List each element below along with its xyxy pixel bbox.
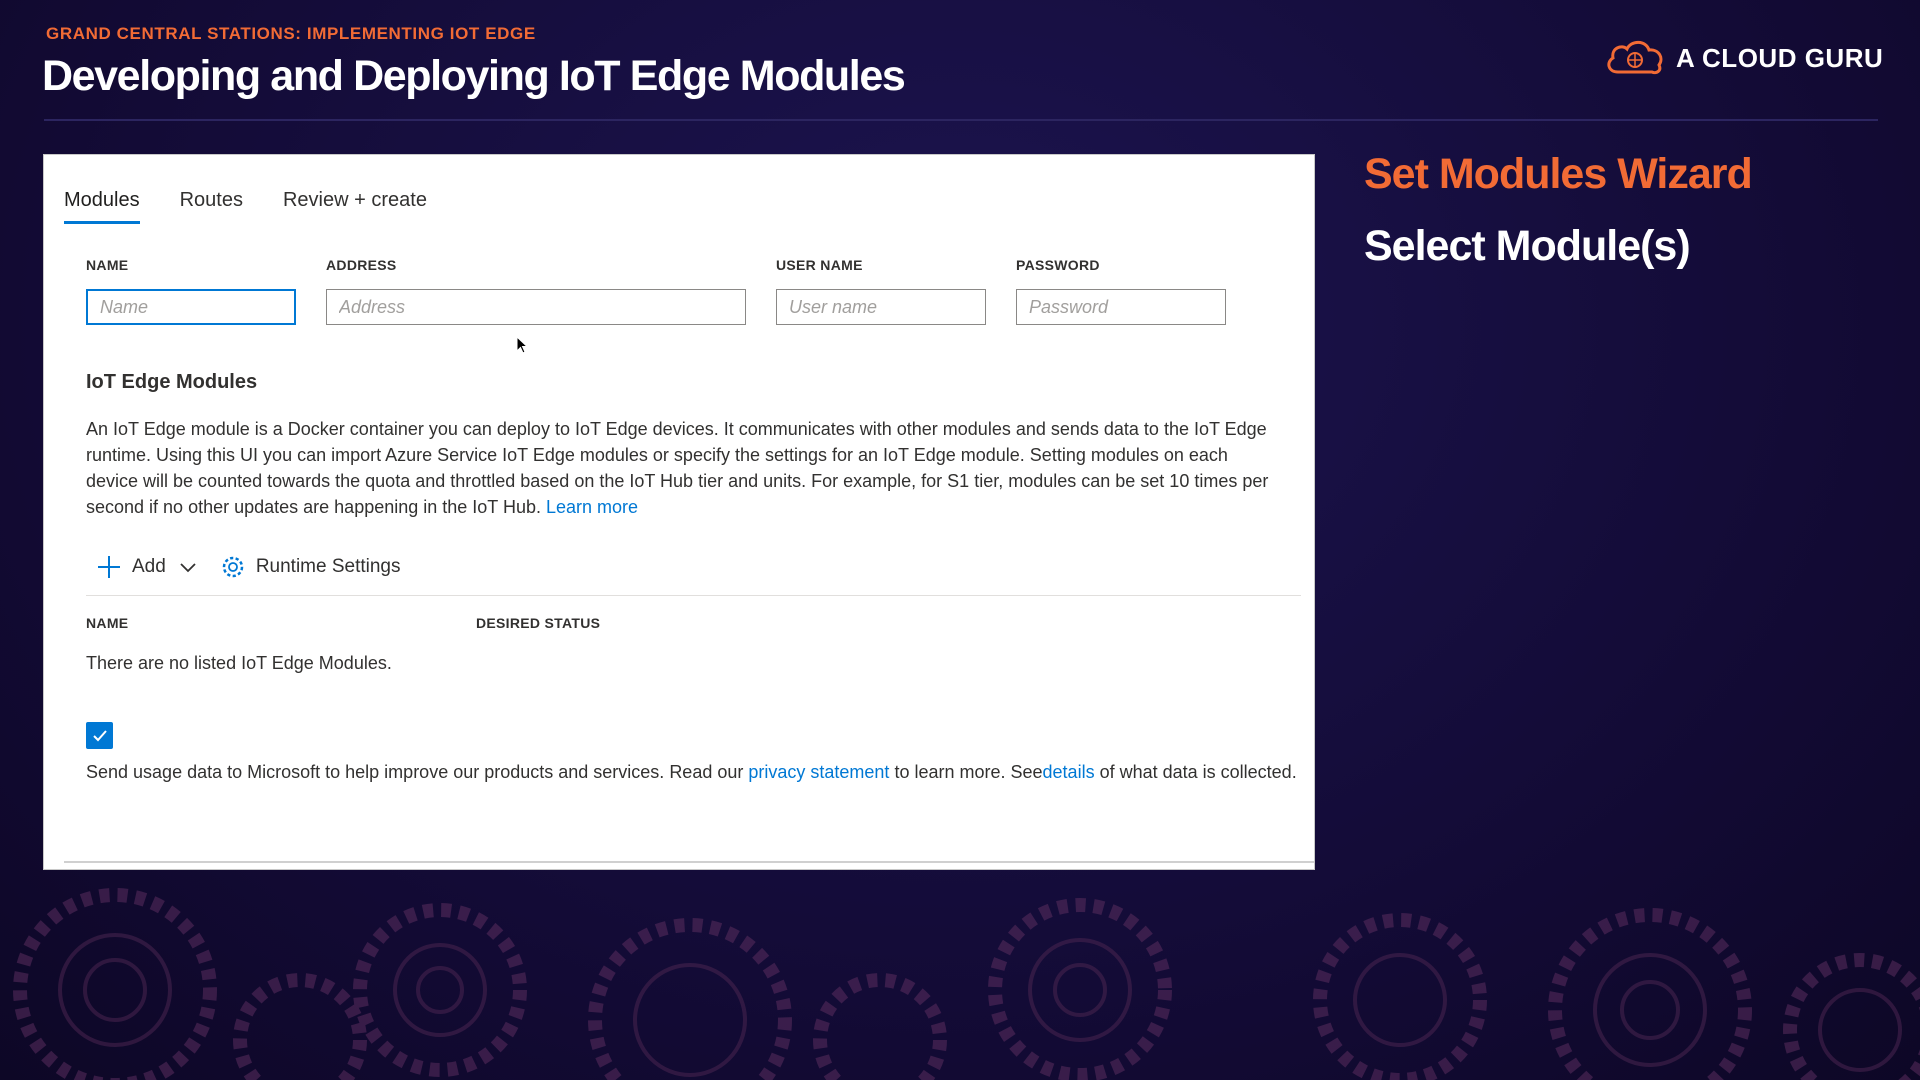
column-name-header: NAME [86,615,129,631]
toolbar-divider [86,595,1301,596]
course-label: GRAND CENTRAL STATIONS: IMPLEMENTING IOT… [46,24,536,43]
brand-name: A CLOUD GURU [1676,42,1884,73]
panel-bottom-divider [64,861,1314,863]
chevron-down-icon[interactable] [178,557,198,577]
tab-modules[interactable]: Modules [64,189,140,224]
username-label: USER NAME [776,257,863,273]
modules-heading: IoT Edge Modules [86,371,258,393]
tab-review-create[interactable]: Review + create [283,189,427,224]
details-link[interactable]: details [1043,762,1095,782]
password-input[interactable] [1016,289,1226,325]
address-label: ADDRESS [326,257,397,273]
cloud-logo-icon [1607,40,1663,75]
tab-routes[interactable]: Routes [180,189,243,224]
name-input[interactable] [86,289,296,325]
slide-title: Developing and Deploying IoT Edge Module… [42,52,906,100]
add-module-button[interactable]: Add [96,554,198,580]
usage-consent-text: Send usage data to Microsoft to help imp… [86,759,1306,785]
consent-text-after: of what data is collected. [1099,762,1297,782]
add-label: Add [132,556,166,577]
usage-data-checkbox[interactable] [86,722,113,749]
address-input[interactable] [326,289,746,325]
mouse-cursor-icon [516,336,529,354]
modules-description: An IoT Edge module is a Docker container… [86,416,1276,520]
privacy-statement-link[interactable]: privacy statement [748,762,889,782]
empty-modules-message: There are no listed IoT Edge Modules. [86,653,392,673]
header-divider [44,119,1878,121]
wizard-step-title: Select Module(s) [1364,222,1691,270]
modules-toolbar: Add Runtime Settings [96,554,401,580]
description-text: An IoT Edge module is a Docker container… [86,419,1269,517]
name-label: NAME [86,257,129,273]
runtime-settings-label: Runtime Settings [255,556,401,577]
checkmark-icon [92,729,107,741]
set-modules-panel: Modules Routes Review + create NAME ADDR… [43,154,1315,870]
consent-text-before: Send usage data to Microsoft to help imp… [86,762,749,782]
runtime-settings-button[interactable]: Runtime Settings [220,554,401,580]
gear-icon [222,556,244,578]
gears-decoration [13,888,1920,1080]
column-status-header: DESIRED STATUS [476,615,601,631]
username-input[interactable] [776,289,986,325]
plus-icon [98,556,120,578]
wizard-title: Set Modules Wizard [1364,150,1753,198]
brand-logo: A CLOUD GURU [1604,38,1883,78]
password-label: PASSWORD [1016,257,1100,273]
consent-text-middle: to learn more. See [889,762,1043,782]
wizard-tabs: Modules Routes Review + create [64,189,467,224]
learn-more-link[interactable]: Learn more [546,497,638,517]
